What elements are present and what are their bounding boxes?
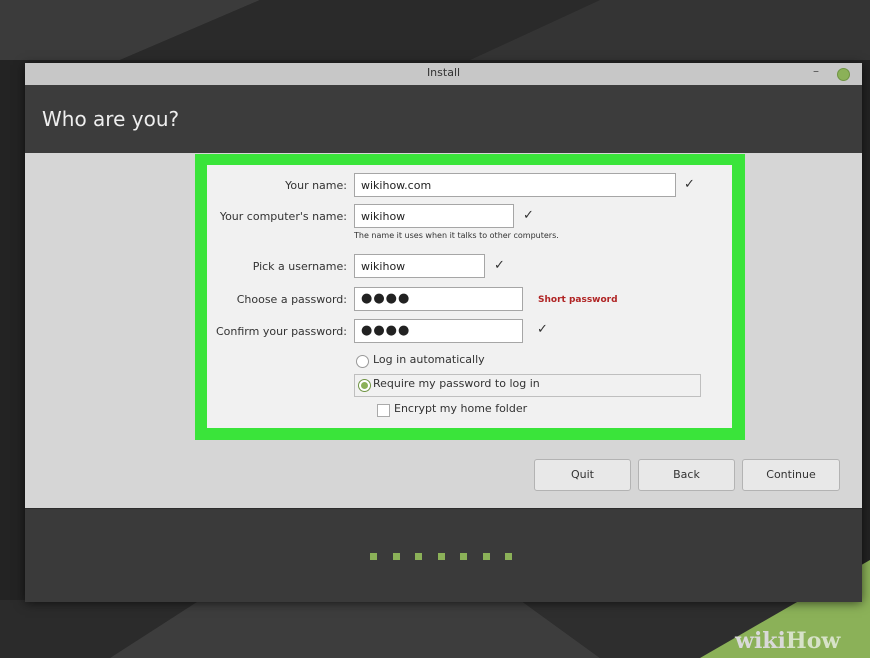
window-title: Install bbox=[426, 66, 461, 79]
username-label: Pick a username: bbox=[252, 260, 347, 273]
page-title: Who are you? bbox=[42, 107, 180, 131]
computer-name-label: Your computer's name: bbox=[219, 210, 347, 223]
confirm-password-label: Confirm your password: bbox=[215, 325, 347, 338]
page-header: Who are you? bbox=[25, 85, 862, 153]
step-indicator-icon bbox=[483, 553, 490, 560]
confirm-password-check-icon: ✓ bbox=[537, 322, 548, 337]
username-field[interactable]: wikihow bbox=[354, 254, 485, 278]
step-indicator-icon bbox=[460, 553, 467, 560]
encrypt-label[interactable]: Encrypt my home folder bbox=[394, 402, 527, 415]
content-area: Your name: wikihow.com ✓ Your computer's… bbox=[25, 153, 862, 508]
password-label: Choose a password: bbox=[236, 293, 347, 306]
computer-name-field[interactable]: wikihow bbox=[354, 204, 514, 228]
username-check-icon: ✓ bbox=[494, 258, 505, 273]
step-indicator-icon bbox=[438, 553, 445, 560]
back-button[interactable]: Back bbox=[638, 459, 735, 491]
title-bar[interactable]: Install – bbox=[25, 63, 862, 86]
login-auto-label[interactable]: Log in automatically bbox=[373, 353, 485, 366]
watermark-wiki: wiki bbox=[735, 628, 786, 654]
name-label: Your name: bbox=[285, 179, 347, 192]
confirm-password-field[interactable]: ●●●● bbox=[354, 319, 523, 343]
watermark-how: How bbox=[785, 628, 841, 654]
login-auto-radio[interactable] bbox=[356, 355, 369, 368]
installer-window: Install – Who are you? Your name: wikiho… bbox=[25, 63, 862, 602]
password-warning: Short password bbox=[538, 295, 618, 305]
wikihow-watermark: wikiHow bbox=[735, 628, 840, 654]
computer-name-check-icon: ✓ bbox=[523, 208, 534, 223]
step-indicator-icon bbox=[415, 553, 422, 560]
continue-button[interactable]: Continue bbox=[742, 459, 840, 491]
minimize-icon[interactable]: – bbox=[813, 64, 819, 78]
require-password-label[interactable]: Require my password to log in bbox=[373, 377, 540, 390]
step-indicator-icon bbox=[505, 553, 512, 560]
close-icon[interactable] bbox=[837, 68, 850, 81]
password-field[interactable]: ●●●● bbox=[354, 287, 523, 311]
computer-name-hint: The name it uses when it talks to other … bbox=[354, 231, 559, 240]
quit-button[interactable]: Quit bbox=[534, 459, 631, 491]
encrypt-checkbox[interactable] bbox=[377, 404, 390, 417]
require-password-radio[interactable] bbox=[358, 379, 371, 392]
step-indicator-icon bbox=[370, 553, 377, 560]
name-check-icon: ✓ bbox=[684, 177, 695, 192]
progress-footer bbox=[25, 508, 862, 602]
name-field[interactable]: wikihow.com bbox=[354, 173, 676, 197]
user-form: Your name: wikihow.com ✓ Your computer's… bbox=[207, 165, 732, 428]
step-indicator-icon bbox=[393, 553, 400, 560]
